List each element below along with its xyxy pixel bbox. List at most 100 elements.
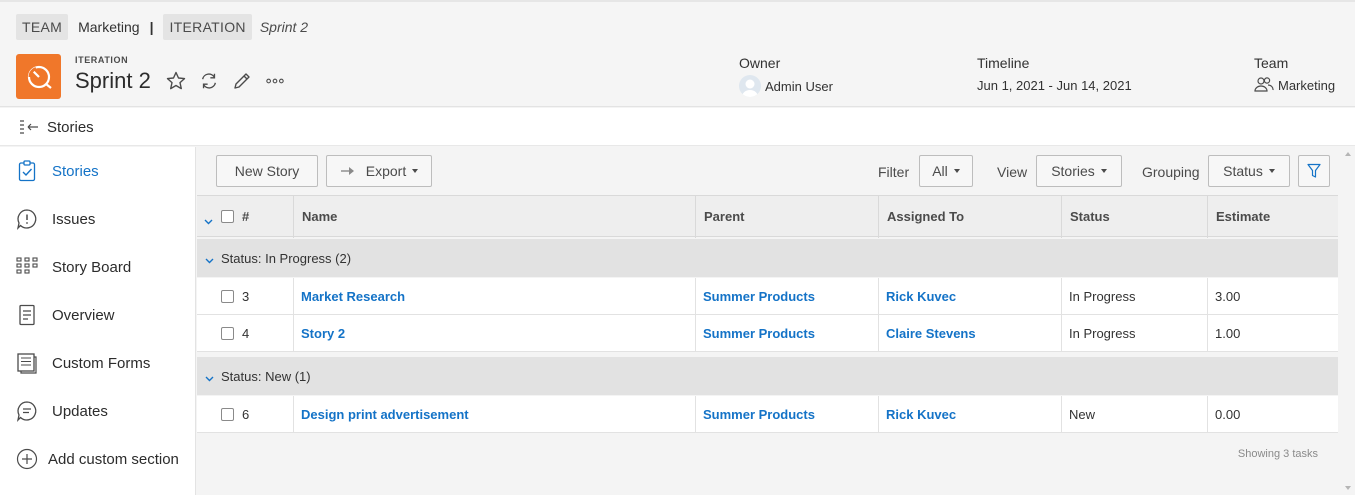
pencil-icon[interactable] [232,70,252,92]
col-header-estimate[interactable]: Estimate [1216,209,1270,224]
column-divider [1207,396,1208,433]
chevron-down-icon[interactable] [205,369,214,385]
column-divider [1207,278,1208,315]
nav-item-updates[interactable]: Updates [0,391,196,431]
row-number: 4 [242,326,250,341]
iteration-icon [16,54,61,99]
team-meta: Team Marketing [1254,55,1335,95]
left-nav: Stories Issues Story Board Overview Cust… [0,147,196,495]
column-divider [878,278,879,315]
view-dropdown[interactable]: Stories [1036,155,1122,187]
new-story-button[interactable]: New Story [216,155,318,187]
scrollbar[interactable] [1341,147,1355,495]
table-row[interactable]: 6 Design print advertisement Summer Prod… [197,396,1338,433]
column-divider [878,396,879,433]
col-header-status[interactable]: Status [1070,209,1110,224]
task-count: Showing 3 tasks [1237,448,1318,460]
breadcrumb-current: Sprint 2 [259,18,309,35]
nav-item-stories[interactable]: Stories [0,151,196,191]
status-cell[interactable]: In Progress [1069,326,1135,341]
nav-label: Issues [52,210,96,228]
estimate-cell[interactable]: 1.00 [1215,326,1240,341]
col-header-parent[interactable]: Parent [704,209,744,224]
row-checkbox[interactable] [221,327,234,340]
col-header-number[interactable]: # [242,209,249,224]
owner-value[interactable]: Admin User [765,79,833,94]
breadcrumb: TEAM Marketing | ITERATION Sprint 2 [16,13,308,40]
avatar [739,75,761,97]
column-divider [1061,196,1062,238]
export-button[interactable]: Export [326,155,432,187]
collapse-panel-icon[interactable] [19,119,39,138]
row-checkbox[interactable] [221,408,234,421]
forms-icon [16,352,38,374]
breadcrumb-team-tag: TEAM [16,13,69,40]
story-name-link[interactable]: Market Research [301,289,405,304]
col-header-name[interactable]: Name [302,209,337,224]
filter-funnel-button[interactable] [1298,155,1330,187]
group-label: Status: In Progress (2) [221,250,352,266]
chevron-down-icon[interactable] [205,251,214,267]
column-divider [878,315,879,352]
assignee-link[interactable]: Claire Stevens [886,326,976,341]
breadcrumb-team-link[interactable]: Marketing [78,19,139,35]
star-icon[interactable] [166,70,186,92]
chevron-down-icon [953,169,960,173]
nav-item-custom-forms[interactable]: Custom Forms [0,343,196,383]
parent-link[interactable]: Summer Products [703,326,815,341]
story-name-link[interactable]: Story 2 [301,326,345,341]
status-cell[interactable]: New [1069,407,1095,422]
estimate-cell[interactable]: 0.00 [1215,407,1240,422]
column-divider [1207,315,1208,352]
select-all-checkbox[interactable] [221,210,234,223]
nav-item-issues[interactable]: Issues [0,199,196,239]
parent-link[interactable]: Summer Products [703,407,815,422]
list-toolbar: New Story Export Filter All View Stories… [197,147,1340,195]
table-row[interactable]: 3 Market Research Summer Products Rick K… [197,278,1338,315]
estimate-cell[interactable]: 3.00 [1215,289,1240,304]
column-divider [695,196,696,238]
document-icon [16,304,38,326]
assignee-link[interactable]: Rick Kuvec [886,407,956,422]
story-name-link[interactable]: Design print advertisement [301,407,469,422]
filter-dropdown[interactable]: All [919,155,973,187]
owner-label: Owner [739,55,781,71]
object-type-label: ITERATION [75,55,129,65]
column-divider [293,396,294,433]
assignee-link[interactable]: Rick Kuvec [886,289,956,304]
more-icon[interactable] [265,70,285,92]
funnel-icon [1307,163,1321,179]
nav-item-add-custom-section[interactable]: Add custom section [0,439,196,479]
refresh-icon[interactable] [199,70,219,92]
table-row[interactable]: 4 Story 2 Summer Products Claire Stevens… [197,315,1338,352]
breadcrumb-separator: | [149,18,154,35]
board-grid-icon [16,256,38,278]
column-divider [695,396,696,433]
nav-item-overview[interactable]: Overview [0,295,196,335]
nav-label: Updates [52,402,108,420]
parent-link[interactable]: Summer Products [703,289,815,304]
group-row-new[interactable]: Status: New (1) [197,357,1338,395]
team-value[interactable]: Marketing [1278,78,1335,93]
timeline-meta: Timeline Jun 1, 2021 - Jun 14, 2021 [977,55,1132,93]
column-divider [293,196,294,238]
expand-all-chevron-icon[interactable] [204,212,213,228]
chevron-down-icon [412,169,419,173]
section-subheader: Stories [0,108,1355,146]
column-divider [293,315,294,352]
breadcrumb-iteration-tag: ITERATION [163,13,252,40]
row-checkbox[interactable] [221,290,234,303]
col-header-assigned-to[interactable]: Assigned To [887,209,964,224]
status-cell[interactable]: In Progress [1069,289,1135,304]
nav-item-story-board[interactable]: Story Board [0,247,196,287]
nav-label: Custom Forms [52,354,151,372]
filter-label: Filter [878,164,910,180]
team-label: Team [1254,55,1289,71]
group-row-in-progress[interactable]: Status: In Progress (2) [197,239,1338,277]
group-label: Status: New (1) [221,368,311,384]
arrow-right-icon [340,166,356,176]
owner-meta: Owner Admin User [739,55,833,97]
column-divider [293,278,294,315]
main-content: New Story Export Filter All View Stories… [197,147,1340,495]
grouping-dropdown[interactable]: Status [1208,155,1290,187]
